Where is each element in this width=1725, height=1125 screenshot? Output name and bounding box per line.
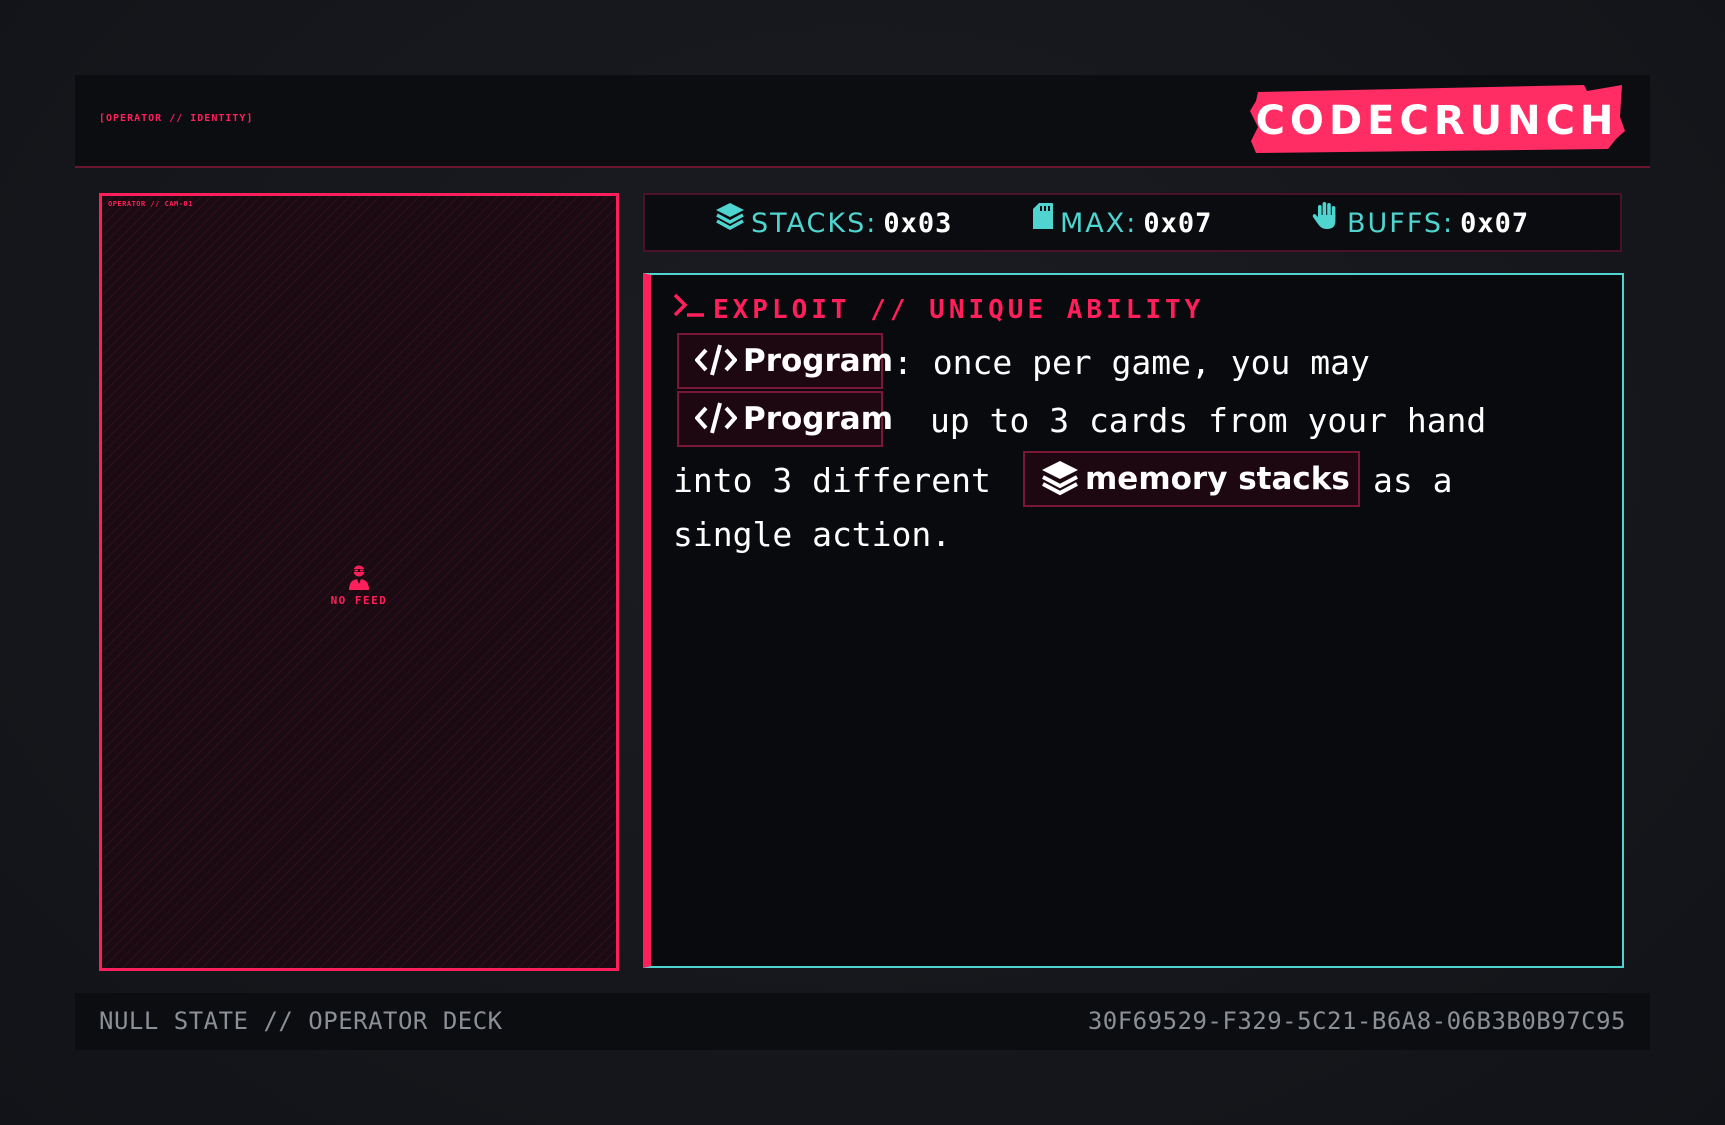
keyword-program-label: Program	[743, 343, 894, 379]
code-icon	[695, 401, 737, 434]
stats-bar: STACKS: 0x03 MAX: 0x07 BUFFS: 0x07	[643, 193, 1622, 252]
stat-max-label: MAX:	[1060, 208, 1138, 239]
ability-text-1: : once per game, you may	[893, 343, 1370, 382]
keyword-program-chip[interactable]: Program	[677, 333, 893, 389]
game-screen: [OPERATOR // IDENTITY] CODECRUNCH OPERAT…	[0, 0, 1725, 1125]
stat-max: MAX: 0x07	[1032, 195, 1212, 252]
no-feed-indicator: NO FEED	[102, 564, 616, 607]
terminal-prompt-icon	[673, 293, 705, 324]
ability-panel: EXPLOIT // UNIQUE ABILITY Program : once…	[643, 273, 1624, 968]
operator-card: [OPERATOR // IDENTITY] CODECRUNCH OPERAT…	[75, 75, 1650, 1050]
layers-icon	[1042, 460, 1078, 495]
stat-stacks-label: STACKS:	[751, 208, 878, 239]
no-feed-label: NO FEED	[330, 594, 388, 607]
brand-logo: CODECRUNCH	[1255, 98, 1619, 144]
hand-icon	[1311, 193, 1341, 250]
ability-title: EXPLOIT // UNIQUE ABILITY	[673, 293, 1205, 326]
header-tag: [OPERATOR // IDENTITY]	[99, 113, 254, 124]
keyword-memory-stacks-label: memory stacks	[1085, 461, 1350, 497]
stat-buffs-label: BUFFS:	[1347, 208, 1455, 239]
ability-text-3: into 3 different	[673, 461, 991, 500]
stat-buffs: BUFFS: 0x07	[1311, 195, 1529, 252]
brand-banner: CODECRUNCH	[1248, 83, 1626, 159]
footer-deck-label: NULL STATE // OPERATOR DECK	[99, 1007, 503, 1035]
camera-feed-panel: OPERATOR // CAM-01 NO FEED	[99, 193, 619, 971]
user-secret-icon	[348, 564, 370, 590]
code-icon	[695, 343, 737, 376]
stat-buffs-value: 0x07	[1460, 208, 1530, 239]
sd-card-icon	[1032, 193, 1054, 250]
keyword-program-label-2: Program	[743, 401, 894, 437]
stat-max-value: 0x07	[1143, 208, 1213, 239]
layers-icon	[715, 193, 745, 250]
ability-text-2: up to 3 cards from your hand	[930, 401, 1487, 440]
keyword-memory-stacks-chip[interactable]: memory stacks	[1023, 451, 1360, 507]
stat-stacks-value: 0x03	[883, 208, 953, 239]
ability-title-text: EXPLOIT // UNIQUE ABILITY	[713, 295, 1205, 325]
stat-stacks: STACKS: 0x03	[715, 195, 952, 252]
footer-card-id: 30F69529-F329-5C21-B6A8-06B3B0B97C95	[1087, 1007, 1626, 1035]
ability-text-5: single action.	[673, 515, 952, 554]
camera-tag: OPERATOR // CAM-01	[108, 200, 193, 208]
ability-text-4: as a	[1373, 461, 1453, 500]
keyword-program-chip-2[interactable]: Program	[677, 391, 893, 447]
card-header: [OPERATOR // IDENTITY] CODECRUNCH	[75, 75, 1650, 168]
card-footer: NULL STATE // OPERATOR DECK 30F69529-F32…	[75, 993, 1650, 1050]
